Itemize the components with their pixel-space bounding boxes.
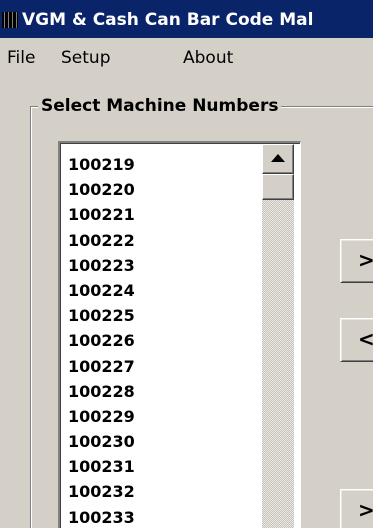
list-item[interactable]: 100225 (68, 303, 135, 328)
remove-machine-button[interactable]: < (340, 318, 373, 362)
list-item[interactable]: 100229 (68, 404, 135, 429)
list-scrollbar[interactable] (262, 144, 294, 528)
list-item[interactable]: 100222 (68, 228, 135, 253)
add-machine-button[interactable]: > (340, 239, 373, 283)
list-item[interactable]: 100228 (68, 379, 135, 404)
menu-file[interactable]: File (7, 48, 35, 68)
menu-about[interactable]: About (183, 48, 233, 68)
add-all-button-label: > (358, 498, 373, 522)
menu-bar: File Setup About (0, 38, 373, 78)
list-item[interactable]: 100231 (68, 454, 135, 479)
list-item[interactable]: 100226 (68, 328, 135, 353)
list-item[interactable]: 100220 (68, 177, 135, 202)
barcode-icon[interactable] (2, 12, 18, 28)
scroll-thumb[interactable] (262, 174, 294, 200)
list-item[interactable]: 100227 (68, 354, 135, 379)
menu-setup[interactable]: Setup (61, 48, 110, 68)
group-label: Select Machine Numbers (38, 96, 282, 116)
list-item[interactable]: 100232 (68, 479, 135, 504)
list-item[interactable]: 100230 (68, 429, 135, 454)
remove-button-label: < (358, 327, 373, 351)
list-item[interactable]: 100224 (68, 278, 135, 303)
list-item[interactable]: 100233 (68, 505, 135, 528)
list-item[interactable]: 100223 (68, 253, 135, 278)
machine-list[interactable]: 100219 100220 100221 100222 100223 10022… (58, 141, 301, 528)
app-window: VGM & Cash Can Bar Code Mal File Setup A… (0, 0, 373, 528)
scroll-up-button[interactable] (262, 144, 294, 174)
add-button-label: > (358, 248, 373, 272)
title-bar[interactable]: VGM & Cash Can Bar Code Mal (0, 0, 373, 38)
arrow-up-icon (271, 154, 285, 162)
window-title: VGM & Cash Can Bar Code Mal (22, 10, 314, 30)
list-item[interactable]: 100221 (68, 202, 135, 227)
add-all-button[interactable]: > (340, 489, 373, 528)
machine-list-items: 100219 100220 100221 100222 100223 10022… (68, 152, 135, 528)
list-item[interactable]: 100219 (68, 152, 135, 177)
